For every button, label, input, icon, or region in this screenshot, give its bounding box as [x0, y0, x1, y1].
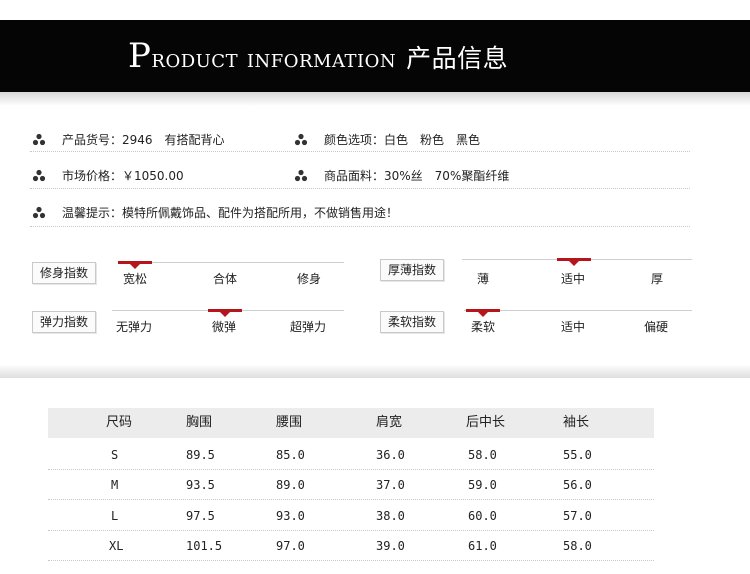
- cell-shoulder: 38.0: [376, 509, 405, 523]
- price-text: 市场价格：￥1050.00: [62, 169, 184, 183]
- cell-shoulder: 36.0: [376, 448, 405, 462]
- cell-size: M: [111, 478, 119, 492]
- row-divider: [48, 560, 654, 561]
- fit-option-loose: 宽松: [123, 272, 148, 286]
- cell-sleeve: 57.0: [563, 509, 592, 523]
- trefoil-bullet-icon: [294, 169, 308, 182]
- thickness-option-thin: 薄: [477, 272, 490, 286]
- cell-back-length: 61.0: [468, 539, 497, 553]
- thickness-option-medium: 适中: [561, 272, 586, 286]
- cell-size: S: [111, 448, 119, 462]
- fit-option-slim: 修身: [297, 272, 322, 286]
- elasticity-scale-marker: [208, 309, 242, 317]
- fabric-text: 商品面料：30%丝 70%聚酯纤维: [324, 169, 510, 183]
- header-chest: 胸围: [186, 415, 213, 430]
- header-shoulder: 肩宽: [376, 415, 403, 430]
- table-row: XL 101.5 97.0 39.0 61.0 58.0: [48, 531, 654, 561]
- product-no-text: 产品货号：2946 有搭配背心: [62, 133, 225, 147]
- cell-waist: 93.0: [276, 509, 305, 523]
- banner-title-cn: 产品信息: [406, 44, 509, 73]
- header-waist: 腰围: [276, 415, 303, 430]
- cell-sleeve: 55.0: [563, 448, 592, 462]
- trefoil-bullet-icon: [32, 133, 46, 146]
- divider: [30, 151, 690, 152]
- elasticity-option-none: 无弹力: [116, 320, 153, 334]
- header-back-length: 后中长: [466, 415, 506, 430]
- row-divider: [48, 499, 654, 500]
- size-table-header: 尺码 胸围 腰围 肩宽 后中长 袖长: [48, 408, 654, 438]
- cell-chest: 101.5: [186, 539, 223, 553]
- cell-waist: 97.0: [276, 539, 305, 553]
- thickness-scale-marker: [557, 258, 591, 266]
- cell-size: XL: [109, 539, 124, 553]
- cell-size: L: [111, 509, 119, 523]
- section-shadow: [0, 364, 750, 378]
- fit-option-regular: 合体: [213, 272, 238, 286]
- softness-scale-label: 柔软指数: [380, 311, 445, 333]
- elasticity-scale-label: 弹力指数: [32, 311, 97, 333]
- cell-waist: 85.0: [276, 448, 305, 462]
- table-row: S 89.5 85.0 36.0 58.0 55.0: [48, 440, 654, 470]
- softness-option-soft: 柔软: [471, 320, 496, 334]
- banner-title-information: information: [246, 44, 397, 74]
- table-row: M 93.5 89.0 37.0 59.0 56.0: [48, 470, 654, 500]
- cell-sleeve: 58.0: [563, 539, 592, 553]
- header-size: 尺码: [106, 415, 133, 430]
- banner-title: Product information 产品信息: [128, 34, 508, 78]
- trefoil-bullet-icon: [32, 206, 46, 219]
- tip-text: 温馨提示：模特所佩戴饰品、配件为搭配所用，不做销售用途！: [62, 206, 399, 220]
- colors-text: 颜色选项：白色 粉色 黑色: [324, 133, 481, 147]
- softness-scale-marker: [466, 309, 500, 317]
- trefoil-bullet-icon: [32, 169, 46, 182]
- cell-waist: 89.0: [276, 478, 305, 492]
- cell-chest: 97.5: [186, 509, 215, 523]
- elasticity-option-super: 超弹力: [290, 320, 327, 334]
- table-row: L 97.5 93.0 38.0 60.0 57.0: [48, 501, 654, 531]
- banner-shadow: [0, 92, 750, 106]
- banner-title-product: roduct: [151, 44, 239, 74]
- fit-scale-marker: [118, 261, 152, 269]
- cell-chest: 93.5: [186, 478, 215, 492]
- elasticity-option-slight: 微弹: [212, 320, 237, 334]
- divider: [30, 226, 690, 227]
- divider: [30, 188, 690, 189]
- cell-shoulder: 39.0: [376, 539, 405, 553]
- softness-option-medium: 适中: [561, 320, 586, 334]
- fit-scale-label: 修身指数: [32, 262, 97, 284]
- title-banner: Product information 产品信息: [0, 20, 750, 92]
- header-sleeve: 袖长: [563, 415, 590, 430]
- banner-title-initial: P: [128, 36, 152, 76]
- cell-back-length: 60.0: [468, 509, 497, 523]
- trefoil-bullet-icon: [294, 133, 308, 146]
- thickness-option-thick: 厚: [651, 272, 664, 286]
- thickness-scale-label: 厚薄指数: [380, 259, 445, 281]
- softness-option-stiff: 偏硬: [644, 320, 669, 334]
- cell-shoulder: 37.0: [376, 478, 405, 492]
- cell-sleeve: 56.0: [563, 478, 592, 492]
- cell-chest: 89.5: [186, 448, 215, 462]
- cell-back-length: 58.0: [468, 448, 497, 462]
- cell-back-length: 59.0: [468, 478, 497, 492]
